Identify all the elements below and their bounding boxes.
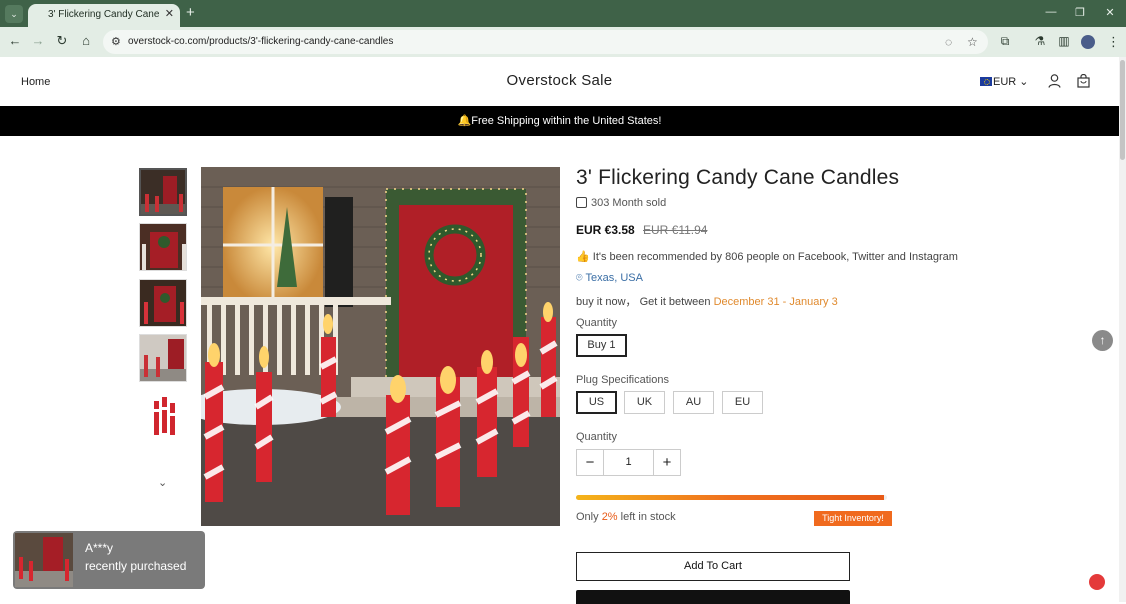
quantity-option-label: Quantity bbox=[576, 317, 617, 329]
decrease-quantity-button[interactable]: − bbox=[577, 450, 604, 475]
url-text[interactable]: overstock-co.com/products/3'-flickering-… bbox=[128, 36, 393, 47]
plug-option-eu[interactable]: EU bbox=[722, 391, 763, 414]
extensions-icon[interactable]: ⧉ bbox=[997, 34, 1013, 49]
plug-option-au[interactable]: AU bbox=[673, 391, 714, 414]
location-text: Texas, USA bbox=[585, 272, 643, 284]
address-bar[interactable]: ⚙ overstock-co.com/products/3'-flickerin… bbox=[103, 30, 988, 54]
product-main-image[interactable] bbox=[201, 167, 560, 526]
currency-selector[interactable]: EUR ⌄ bbox=[980, 75, 1029, 88]
account-user-icon[interactable] bbox=[1048, 74, 1061, 88]
thumbnail-scroll-down-icon[interactable]: ⌄ bbox=[158, 476, 167, 489]
plug-spec-label: Plug Specifications bbox=[576, 374, 669, 386]
increase-quantity-button[interactable]: + bbox=[653, 450, 680, 475]
shop-icon bbox=[576, 197, 587, 208]
stock-prefix: Only bbox=[576, 511, 599, 523]
plug-option-uk[interactable]: UK bbox=[624, 391, 665, 414]
browser-toolbar: ← → ↻ ⌂ ⚙ overstock-co.com/products/3'-f… bbox=[0, 27, 1126, 57]
sale-price: EUR €3.58 bbox=[576, 223, 635, 237]
restore-icon[interactable]: ❐ bbox=[1072, 6, 1088, 19]
recommendation-note: 👍 It's been recommended by 806 people on… bbox=[576, 250, 958, 263]
product-title: 3' Flickering Candy Cane Candles bbox=[576, 166, 900, 189]
new-tab-plus-icon[interactable]: + bbox=[186, 4, 195, 21]
delivery-estimate: buy it now， Get it between December 31 -… bbox=[576, 293, 838, 309]
compare-price: EUR €11.94 bbox=[643, 223, 708, 237]
announcement-bar: 🔔Free Shipping within the United States! bbox=[0, 106, 1119, 136]
site-info-icon[interactable]: ⚙ bbox=[111, 35, 121, 48]
minimize-icon[interactable]: — bbox=[1043, 6, 1059, 18]
back-to-top-icon[interactable]: ↑ bbox=[1092, 330, 1113, 351]
stock-suffix: left in stock bbox=[620, 511, 676, 523]
browser-tab-active[interactable]: 3' Flickering Candy Cane Candles ✕ bbox=[28, 4, 180, 27]
stock-percent: 2% bbox=[601, 511, 618, 523]
recent-purchase-popup[interactable]: A***y recently purchased bbox=[13, 531, 205, 589]
profile-avatar-icon[interactable] bbox=[1081, 35, 1095, 49]
store-brand[interactable]: Overstock Sale bbox=[0, 72, 1119, 89]
ship-location: ⌾ Texas, USA bbox=[576, 272, 643, 285]
map-pin-icon: ⌾ bbox=[576, 272, 583, 284]
side-panel-icon[interactable]: ▥ bbox=[1056, 34, 1072, 48]
sold-text: 303 Month sold bbox=[591, 197, 667, 209]
tab-search-chevron-icon[interactable]: ⌄ bbox=[5, 5, 23, 23]
quantity-stepper: − 1 + bbox=[576, 449, 681, 476]
labs-flask-icon[interactable]: ⚗ bbox=[1032, 34, 1048, 48]
reload-icon[interactable]: ↻ bbox=[54, 33, 70, 49]
product-thumbnail[interactable] bbox=[139, 334, 187, 382]
home-icon[interactable]: ⌂ bbox=[78, 33, 94, 49]
tab-close-icon[interactable]: ✕ bbox=[165, 7, 174, 20]
product-thumbnail[interactable] bbox=[139, 168, 187, 216]
stock-progress-fill bbox=[576, 495, 884, 500]
product-thumbnail[interactable] bbox=[139, 390, 187, 438]
thumbs-up-icon: 👍 bbox=[576, 251, 590, 263]
bookmark-star-icon[interactable]: ☆ bbox=[967, 35, 978, 49]
plug-option-us[interactable]: US bbox=[576, 391, 617, 414]
eye-off-icon[interactable]: ◌ bbox=[945, 35, 952, 49]
purchase-message: recently purchased bbox=[85, 559, 187, 573]
stock-remaining: Only 2% left in stock bbox=[576, 511, 676, 523]
popup-product-image bbox=[15, 533, 73, 587]
close-window-icon[interactable]: ✕ bbox=[1102, 6, 1118, 19]
product-thumbnail[interactable] bbox=[139, 279, 187, 327]
site-header: Home Overstock Sale EUR ⌄ bbox=[0, 57, 1119, 106]
cart-bag-icon[interactable] bbox=[1077, 74, 1090, 88]
add-to-cart-button[interactable]: Add To Cart bbox=[576, 552, 850, 581]
browser-menu-icon[interactable]: ⋮ bbox=[1107, 34, 1120, 50]
quantity-option-buy-1[interactable]: Buy 1 bbox=[576, 334, 627, 357]
quantity-label: Quantity bbox=[576, 431, 617, 443]
forward-arrow-icon[interactable]: → bbox=[30, 33, 46, 49]
scrollbar-thumb[interactable] bbox=[1120, 60, 1125, 160]
chat-support-icon[interactable] bbox=[1089, 574, 1105, 590]
currency-label: EUR bbox=[993, 76, 1017, 88]
delivery-dates: December 31 - January 3 bbox=[713, 296, 838, 308]
chevron-down-icon: ⌄ bbox=[1019, 76, 1029, 88]
tight-inventory-badge: Tight Inventory! bbox=[814, 511, 892, 526]
back-arrow-icon[interactable]: ← bbox=[7, 33, 23, 49]
month-sold: 303 Month sold bbox=[576, 197, 666, 209]
browser-tab-bar: ⌄ 3' Flickering Candy Cane Candles ✕ + —… bbox=[0, 0, 1126, 27]
recommend-text: It's been recommended by 806 people on F… bbox=[592, 251, 958, 263]
eu-flag-icon bbox=[980, 77, 992, 86]
purchaser-name: A***y bbox=[85, 541, 114, 555]
delivery-prefix: buy it now， Get it between bbox=[576, 296, 711, 308]
tab-title: 3' Flickering Candy Cane Candles bbox=[48, 9, 160, 20]
quantity-input[interactable]: 1 bbox=[604, 450, 653, 475]
product-thumbnail[interactable] bbox=[139, 223, 187, 271]
stock-progress-bar bbox=[576, 495, 887, 500]
